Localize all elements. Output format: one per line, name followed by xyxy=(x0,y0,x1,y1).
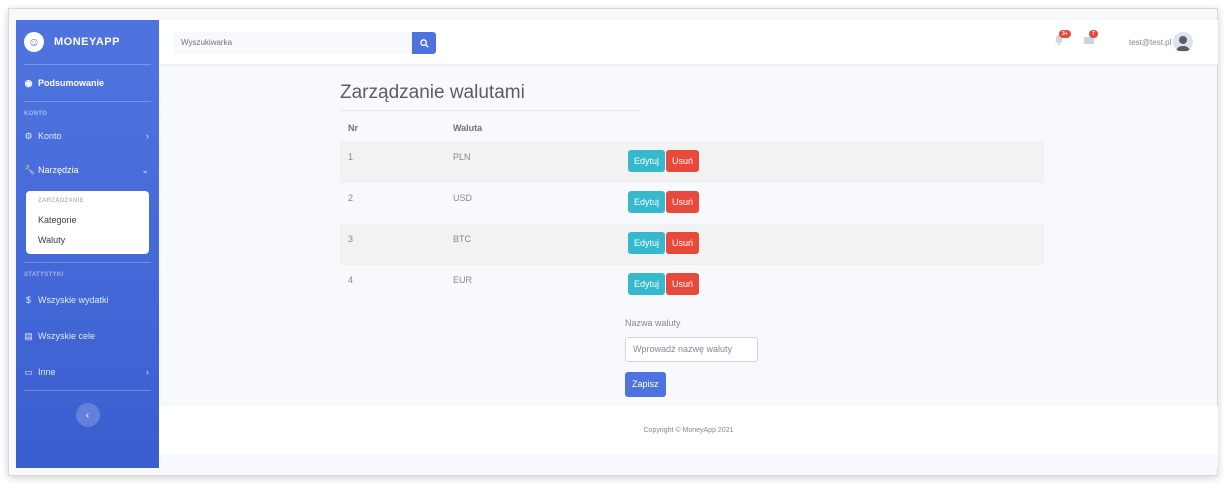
sidebar-heading-account: KONTO xyxy=(24,111,48,117)
cell-actions: Edytuj Usuń xyxy=(628,183,1044,224)
database-icon: ▤ xyxy=(24,330,33,341)
cell-nr: 4 xyxy=(348,275,354,285)
sidebar-item-label: Wszyskie wydatki xyxy=(38,295,109,305)
sidebar-toggle-button[interactable]: ‹ xyxy=(75,403,100,427)
column-header-actions xyxy=(628,114,1044,142)
table-row: 4 EUR Edytuj Usuń xyxy=(340,265,1044,306)
title-divider xyxy=(340,110,640,111)
sidebar-item-label: Wszyskie cele xyxy=(38,331,96,341)
cell-nr: 1 xyxy=(340,142,453,183)
user-email[interactable]: test@test.pl xyxy=(1129,38,1171,47)
column-header-currency: Waluta xyxy=(453,123,483,133)
sidebar-item-summary[interactable]: ◉ Podsumowanie xyxy=(16,65,159,101)
envelope-icon[interactable]: 7 xyxy=(1083,30,1099,48)
table-header-row: Nr Waluta xyxy=(340,114,1044,142)
sidebar-item-all-goals[interactable]: ▤ Wszyskie cele xyxy=(16,318,159,354)
delete-button[interactable]: Usuń xyxy=(666,273,700,295)
column-header-nr: Nr xyxy=(348,123,359,133)
folder-icon: ▭ xyxy=(24,366,33,377)
footer: Copyright © MoneyApp 2021 xyxy=(159,406,1218,454)
page-title: Zarządzanie walutami xyxy=(340,82,525,103)
delete-button[interactable]: Usuń xyxy=(666,191,700,213)
wrench-icon: 🔧 xyxy=(24,164,36,175)
sidebar: ☺ MONEYAPP ◉ Podsumowanie KONTO ⚙ Konto … xyxy=(16,20,159,468)
search-icon xyxy=(419,38,429,48)
topbar: Wyszukiwarka 3+ 7 test@test.pl xyxy=(159,20,1218,64)
table-row: 2 USD Edytuj Usuń xyxy=(340,183,1044,224)
cell-nr: 3 xyxy=(340,224,453,265)
sidebar-item-all-expenses[interactable]: $ Wszyskie wydatki xyxy=(16,282,159,318)
delete-button[interactable]: Usuń xyxy=(666,232,700,254)
submenu-item-currencies[interactable]: Waluty xyxy=(26,230,149,250)
bell-icon[interactable]: 3+ xyxy=(1053,30,1071,48)
save-button[interactable]: Zapisz xyxy=(625,372,666,397)
copyright-text: Copyright © MoneyApp 2021 xyxy=(643,426,734,434)
cell-currency: USD xyxy=(453,193,473,203)
cell-nr: 2 xyxy=(348,193,354,203)
messages-badge: 7 xyxy=(1089,30,1098,38)
cell-actions: Edytuj Usuń xyxy=(628,224,1044,265)
sidebar-item-label: Konto xyxy=(38,131,62,141)
tachometer-icon: ◉ xyxy=(24,77,33,88)
chevron-left-icon: ‹ xyxy=(85,409,90,421)
sidebar-item-label: Podsumowanie xyxy=(38,78,105,88)
chevron-down-icon: ⌄ xyxy=(141,164,149,175)
cell-actions: Edytuj Usuń xyxy=(628,142,1044,183)
delete-button[interactable]: Usuń xyxy=(666,150,700,172)
sidebar-heading-stats: STATYSTYKI xyxy=(24,272,64,278)
main-content: Zarządzanie walutami Nr Waluta 1 PLN Edy… xyxy=(159,64,1218,406)
search-input[interactable]: Wyszukiwarka xyxy=(173,32,412,54)
chevron-right-icon: › xyxy=(146,367,149,377)
submenu-item-categories[interactable]: Kategorie xyxy=(26,210,149,230)
sidebar-item-tools[interactable]: 🔧 Narzędzia ⌄ xyxy=(16,151,159,189)
table-row: 3 BTC Edytuj Usuń xyxy=(340,224,1044,265)
alerts-badge: 3+ xyxy=(1059,30,1071,38)
sidebar-item-label: Narzędzia xyxy=(38,165,79,175)
sidebar-divider xyxy=(24,390,151,391)
search-group: Wyszukiwarka xyxy=(173,32,436,54)
sidebar-item-account[interactable]: ⚙ Konto › xyxy=(16,121,159,151)
brand[interactable]: ☺ MONEYAPP xyxy=(16,20,159,64)
edit-button[interactable]: Edytuj xyxy=(628,273,666,295)
dollar-icon: $ xyxy=(25,295,31,305)
cell-currency: EUR xyxy=(453,275,473,285)
currency-name-label: Nazwa waluty xyxy=(625,318,681,328)
cog-icon: ⚙ xyxy=(24,130,33,141)
cell-currency: PLN xyxy=(453,142,628,183)
edit-button[interactable]: Edytuj xyxy=(628,150,666,172)
edit-button[interactable]: Edytuj xyxy=(628,191,666,213)
currency-table: Nr Waluta 1 PLN Edytuj Usuń 2 USD Edytuj U… xyxy=(340,114,1044,306)
sidebar-item-label: Inne xyxy=(38,367,56,377)
currency-name-input[interactable]: Wprowadź nazwę waluty xyxy=(625,337,758,362)
sidebar-item-other[interactable]: ▭ Inne › xyxy=(16,354,159,390)
edit-button[interactable]: Edytuj xyxy=(628,232,666,254)
laugh-wink-icon: ☺ xyxy=(24,32,44,52)
cell-actions: Edytuj Usuń xyxy=(628,265,1044,306)
brand-name: MONEYAPP xyxy=(54,36,120,48)
page-bottom xyxy=(159,454,1218,468)
tools-submenu: ZARZĄDZANIE Kategorie Waluty xyxy=(26,191,149,254)
search-button[interactable] xyxy=(412,32,436,54)
chevron-right-icon: › xyxy=(146,131,149,141)
cell-currency: BTC xyxy=(453,224,628,265)
submenu-heading: ZARZĄDZANIE xyxy=(38,198,84,204)
avatar[interactable] xyxy=(1173,32,1193,52)
table-row: 1 PLN Edytuj Usuń xyxy=(340,142,1044,183)
